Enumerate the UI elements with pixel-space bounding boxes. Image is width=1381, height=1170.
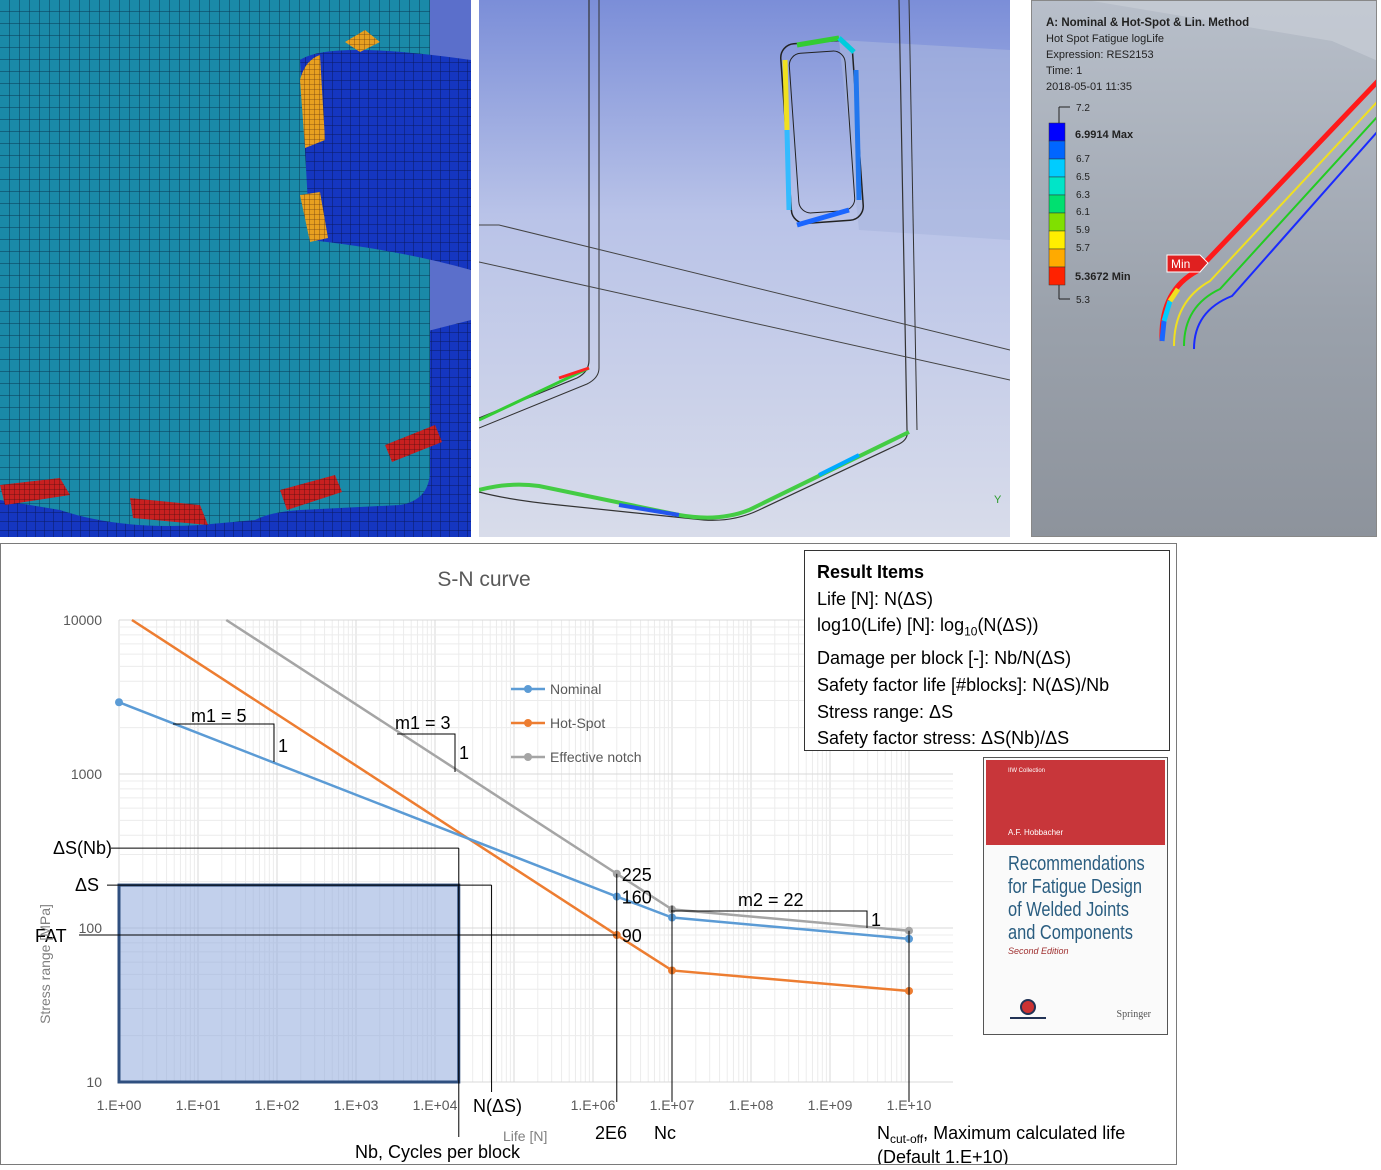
nc-label: Nc xyxy=(654,1123,676,1143)
x-axis-label: Life [N] xyxy=(503,1128,547,1144)
two-e6-label: 2E6 xyxy=(595,1123,627,1143)
scale-label: 6.1 xyxy=(1076,207,1090,218)
result-items-title: Result Items xyxy=(817,562,925,582)
slope-number: 1 xyxy=(278,736,288,756)
x-tick-label: 1.E+08 xyxy=(729,1097,774,1113)
scale-swatch xyxy=(1048,248,1066,268)
legend-label: Nominal xyxy=(550,681,601,697)
cycles-box xyxy=(117,883,461,1084)
scale-swatch xyxy=(1048,266,1066,286)
ncut-label: Ncut-off, Maximum calculated life xyxy=(877,1123,1125,1146)
legend-swatch-dot xyxy=(524,719,532,727)
scale-label: 5.3672 Min xyxy=(1075,271,1131,283)
x-tick-label: 1.E+01 xyxy=(176,1097,221,1113)
weld-contour-view: Y xyxy=(479,0,1010,537)
y-tick-label: 1000 xyxy=(71,766,102,782)
x-tick-label: 1.E+06 xyxy=(571,1097,616,1113)
x-tick-label: 1.E+02 xyxy=(255,1097,300,1113)
x-tick-label: 1.E+00 xyxy=(97,1097,142,1113)
point-label: 225 xyxy=(622,865,652,885)
book-author: A.F. Hobbacher xyxy=(1008,828,1064,837)
x-tick-label: 1.E+10 xyxy=(887,1097,932,1113)
hot-spot-line xyxy=(616,933,910,993)
scale-swatch xyxy=(1048,176,1066,196)
slope-label: m2 = 22 xyxy=(738,890,804,910)
scale-swatch xyxy=(1048,140,1066,160)
point-label: 90 xyxy=(622,926,642,946)
y-tick-label: 10000 xyxy=(63,612,102,628)
result-item-life: Life [N]: N(ΔS) xyxy=(817,588,934,609)
book-series: IIW Collection xyxy=(1008,768,1046,774)
scale-label: 5.9 xyxy=(1076,225,1090,236)
book-edition: Second Edition xyxy=(1008,946,1069,956)
result-item-stress-range: Stress range: ΔS xyxy=(817,701,954,722)
axis-y-label: Y xyxy=(994,494,1002,506)
point-label: 160 xyxy=(622,888,652,908)
fe-mesh-graphic xyxy=(0,0,471,537)
legend-label: Hot-Spot xyxy=(550,715,605,731)
chart-title: S-N curve xyxy=(437,568,530,591)
scale-label: 7.2 xyxy=(1076,103,1090,114)
scale-swatch xyxy=(1048,122,1066,142)
result-legend-view: Min A: Nominal & Hot-Spot & Lin. Method … xyxy=(1031,0,1377,537)
color-scale: 7.2 6.9914 Max 6.7 6.5 6.3 6.1 5.9 5.7 5.3672 Mi… xyxy=(1048,103,1134,306)
result-item-log-life: log10(Life) [N]: log10(N(ΔS)) xyxy=(817,615,1039,639)
ncut-default-label: (Default 1.E+10) xyxy=(877,1147,1009,1165)
x-tick-label: 1.E+07 xyxy=(650,1097,695,1113)
scale-label: 6.9914 Max xyxy=(1075,129,1134,141)
scale-label: 5.3 xyxy=(1076,295,1090,306)
result-item-safety-stress: Safety factor stress: ΔS(Nb)/ΔS xyxy=(817,728,1070,749)
slope-number: 1 xyxy=(459,743,469,763)
scale-label: 6.5 xyxy=(1076,172,1090,183)
nb-label: Nb, Cycles per block xyxy=(355,1142,521,1162)
x-tick-label: 1.E+04 xyxy=(413,1097,458,1113)
book-cover: IIW Collection A.F. Hobbacher Recommenda… xyxy=(983,757,1168,1035)
scale-swatch xyxy=(1048,158,1066,178)
iiw-logo-icon xyxy=(1010,999,1046,1019)
legend-label: Effective notch xyxy=(550,749,642,765)
slope-triangle xyxy=(397,733,456,772)
ds-nb-label: ΔS(Nb) xyxy=(53,838,112,858)
result-item-damage: Damage per block [-]: Nb/N(ΔS) xyxy=(817,648,1072,669)
chart-legend: Nominal Hot-Spot Effective notch xyxy=(511,681,642,765)
y-tick-label: 10 xyxy=(86,1074,102,1090)
scale-label: 5.7 xyxy=(1076,243,1090,254)
y-axis-label: Stress range [MPa] xyxy=(37,904,53,1024)
result-items-box: Result Items Life [N]: N(ΔS) log10(Life)… xyxy=(804,550,1170,751)
n-ds-label: N(ΔS) xyxy=(473,1096,522,1116)
scale-swatch xyxy=(1048,230,1066,250)
fe-mesh-view xyxy=(0,0,471,537)
scale-swatch xyxy=(1048,194,1066,214)
book-title: Recommendations for Fatigue Design of We… xyxy=(1008,853,1145,944)
result-item-safety-life: Safety factor life [#blocks]: N(ΔS)/Nb xyxy=(817,674,1110,695)
legend-swatch-dot xyxy=(524,753,532,761)
cycles-block-rect xyxy=(117,883,461,1084)
ds-label: ΔS xyxy=(75,875,99,895)
x-tick-label: 1.E+03 xyxy=(334,1097,379,1113)
scale-swatch xyxy=(1048,212,1066,232)
x-tick-label: 1.E+09 xyxy=(808,1097,853,1113)
slope-label: m1 = 3 xyxy=(395,713,451,733)
book-publisher: Springer xyxy=(1116,1009,1151,1020)
y-tick-label: 100 xyxy=(79,920,103,936)
slope-number: 1 xyxy=(871,910,881,930)
legend-swatch-dot xyxy=(524,685,532,693)
scale-label: 6.3 xyxy=(1076,190,1090,201)
scale-label: 6.7 xyxy=(1076,154,1090,165)
slope-label: m1 = 5 xyxy=(191,706,247,726)
nominal-point xyxy=(115,698,123,707)
weld-contour-graphic: Y xyxy=(479,0,1010,521)
